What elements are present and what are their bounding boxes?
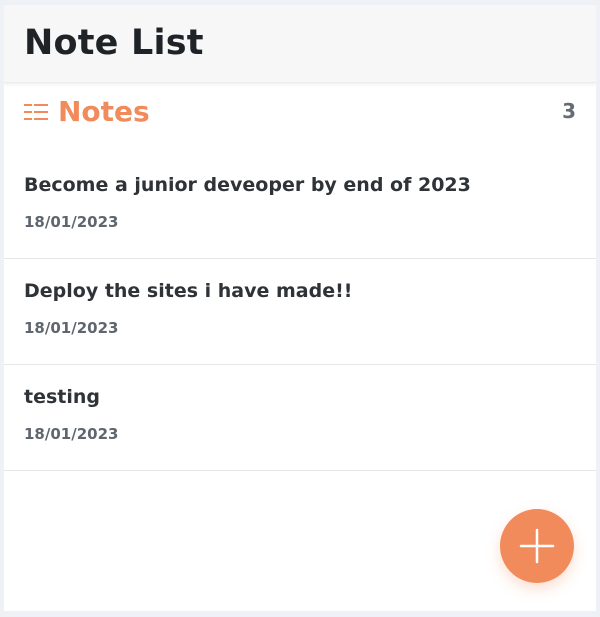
add-note-button[interactable] [500, 509, 574, 583]
plus-icon [519, 528, 555, 564]
list-item[interactable]: Become a junior deveoper by end of 2023 … [4, 153, 596, 259]
list-item[interactable]: testing 18/01/2023 [4, 365, 596, 471]
notes-title: Notes [58, 95, 150, 128]
notes-header-left: Notes [24, 94, 150, 130]
list-icon [24, 104, 48, 120]
note-date: 18/01/2023 [24, 319, 119, 337]
notes-list: Become a junior deveoper by end of 2023 … [4, 153, 596, 471]
note-title: Become a junior deveoper by end of 2023 [24, 174, 471, 196]
app-header: Note List [4, 5, 596, 83]
note-list-app: Note List Notes 3 Become a junior deveop… [4, 5, 596, 611]
list-item[interactable]: Deploy the sites i have made!! 18/01/202… [4, 259, 596, 365]
notes-header: Notes 3 [4, 83, 596, 153]
note-title: testing [24, 386, 100, 408]
page-title: Note List [24, 23, 204, 63]
note-date: 18/01/2023 [24, 213, 119, 231]
note-title: Deploy the sites i have made!! [24, 280, 353, 302]
note-date: 18/01/2023 [24, 425, 119, 443]
notes-count: 3 [562, 99, 576, 123]
